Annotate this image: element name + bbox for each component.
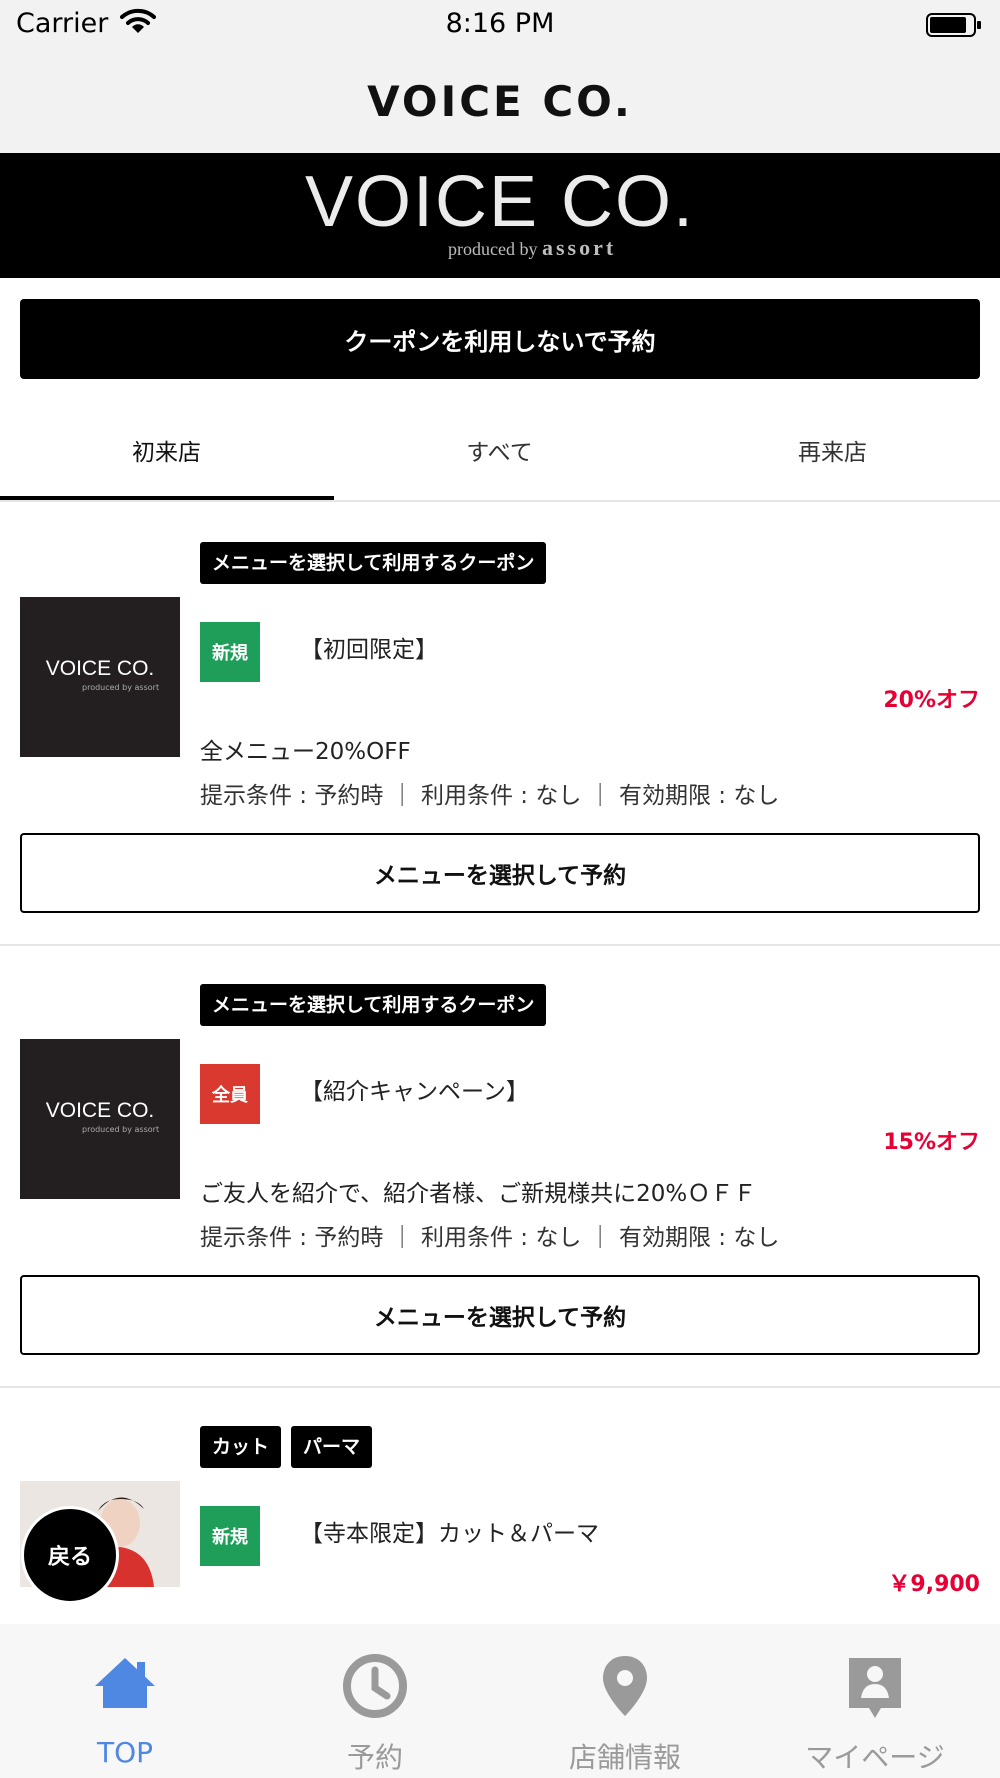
coupon-title: 【紹介キャンペーン】 (300, 1079, 529, 1105)
reserve-without-coupon-button[interactable]: クーポンを利用しないで予約 (20, 299, 980, 379)
home-icon (85, 1646, 165, 1726)
tab-revisit[interactable]: 再来店 (666, 400, 999, 500)
category-tag: メニューを選択して利用するクーポン (200, 984, 547, 1026)
segment-tabs: 初来店 すべて 再来店 (0, 400, 1000, 502)
banner-sub-brand: assort (541, 235, 617, 260)
tab-first-visit[interactable]: 初来店 (0, 400, 333, 500)
clock-icon (335, 1646, 415, 1726)
category-tags: メニューを選択して利用するクーポン (200, 984, 547, 1026)
category-tags: カット パーマ (200, 1426, 373, 1468)
battery-icon (926, 12, 982, 42)
clock: 8:16 PM (445, 8, 555, 39)
coupon-discount: 15%オフ (883, 1130, 980, 1155)
coupon-thumbnail: VOICE CO. produced by assort (20, 597, 180, 757)
banner-sub-prefix: produced by (448, 239, 538, 259)
coupon-title: 【寺本限定】カット＆パーマ (300, 1521, 599, 1547)
profile-card-icon (835, 1646, 915, 1726)
category-tags: メニューを選択して利用するクーポン (200, 542, 547, 584)
coupon-price: ￥9,900 (888, 1572, 980, 1597)
new-customer-badge: 新規 (200, 1506, 260, 1566)
thumbnail-logo: VOICE CO. (45, 657, 155, 680)
page-title: VOICE CO. (367, 77, 633, 126)
thumbnail-logo: VOICE CO. (45, 1099, 155, 1122)
thumbnail-subtitle: produced by assort (82, 683, 160, 692)
tabbar-label: TOP (96, 1736, 154, 1769)
bottom-tab-bar: TOP 予約 店舗情報 マイページ (0, 1624, 1000, 1778)
new-customer-badge: 新規 (200, 622, 260, 682)
category-tag-perm: パーマ (291, 1426, 373, 1468)
map-pin-icon (585, 1646, 665, 1726)
banner-logo: VOICE CO. (304, 162, 696, 242)
coupon-thumbnail: VOICE CO. produced by assort (20, 1039, 180, 1199)
thumbnail-subtitle: produced by assort (82, 1125, 160, 1134)
coupon-conditions: 提示条件 : 予約時 ｜ 利用条件 : なし ｜ 有効期限 : なし (200, 783, 780, 809)
coupon-title: 【初回限定】 (300, 637, 438, 663)
brand-banner: VOICE CO. produced by assort (0, 153, 1000, 278)
category-tag: メニューを選択して利用するクーポン (200, 542, 547, 584)
tabbar-label: マイページ (805, 1741, 945, 1774)
status-bar: Carrier 8:16 PM (0, 0, 1000, 50)
tabbar-item-top[interactable]: TOP (0, 1624, 250, 1778)
category-tag-cut: カット (200, 1426, 282, 1468)
banner-subtitle: produced by assort (448, 235, 616, 261)
coupon-conditions: 提示条件 : 予約時 ｜ 利用条件 : なし ｜ 有効期限 : なし (200, 1225, 780, 1251)
tabbar-item-mypage[interactable]: マイページ (750, 1624, 1000, 1778)
all-customers-badge: 全員 (200, 1064, 260, 1124)
coupon-discount: 20%オフ (883, 688, 980, 713)
navigation-bar: VOICE CO. (0, 50, 1000, 153)
back-button[interactable]: 戻る (21, 1506, 119, 1604)
coupon-card: カット パーマ 新規 【寺本限定】カット＆パーマ ￥9,900 (0, 1386, 1000, 1624)
coupon-description: 全メニュー20%OFF (200, 739, 411, 765)
tabbar-label: 予約 (346, 1741, 403, 1774)
tab-all[interactable]: すべて (333, 400, 666, 500)
active-tab-indicator (0, 496, 334, 500)
tabbar-item-store-info[interactable]: 店舗情報 (500, 1624, 750, 1778)
coupon-card: メニューを選択して利用するクーポン VOICE CO. produced by … (0, 502, 1000, 946)
tabbar-label: 店舗情報 (568, 1741, 681, 1774)
select-menu-reserve-button[interactable]: メニューを選択して予約 (20, 833, 980, 913)
tabbar-item-reservation[interactable]: 予約 (250, 1624, 500, 1778)
coupon-description: ご友人を紹介で、紹介者様、ご新規様共に20%ＯＦＦ (200, 1181, 757, 1207)
select-menu-reserve-button[interactable]: メニューを選択して予約 (20, 1275, 980, 1355)
coupon-card: メニューを選択して利用するクーポン VOICE CO. produced by … (0, 944, 1000, 1388)
